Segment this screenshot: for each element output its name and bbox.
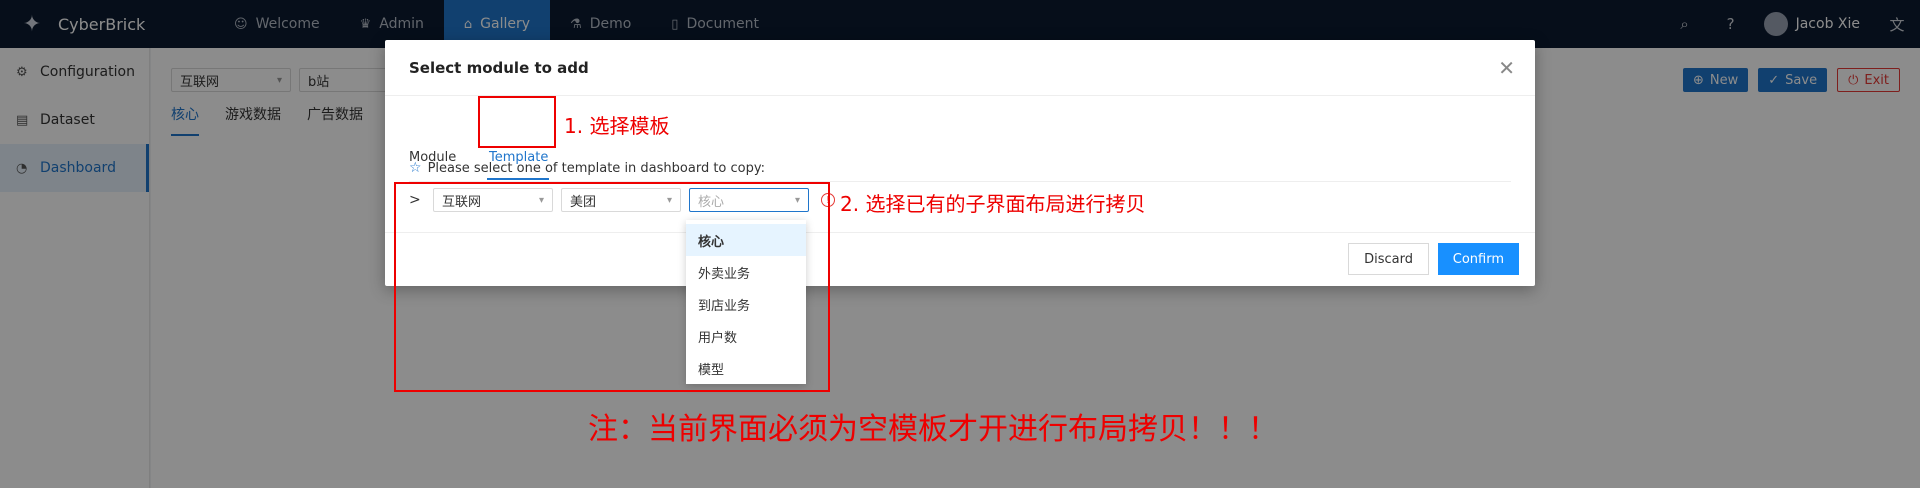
active-tab-indicator	[487, 178, 549, 180]
annotation-step1: 1. 选择模板	[564, 114, 670, 138]
annotation-box-template	[478, 96, 556, 148]
template-hint: ☆ Please select one of template in dashbo…	[409, 160, 765, 176]
annotation-step2: 2. 选择已有的子界面布局进行拷贝	[840, 192, 1146, 216]
close-icon[interactable]: ✕	[1498, 56, 1515, 80]
confirm-button[interactable]: Confirm	[1437, 243, 1519, 275]
modal-title: Select module to add	[385, 40, 1535, 96]
annotation-box-dropdown	[394, 182, 830, 392]
star-icon: ☆	[409, 160, 422, 176]
discard-button[interactable]: Discard	[1348, 243, 1429, 275]
annotation-note: 注：当前界面必须为空模板才开进行布局拷贝！！！	[588, 412, 1278, 447]
